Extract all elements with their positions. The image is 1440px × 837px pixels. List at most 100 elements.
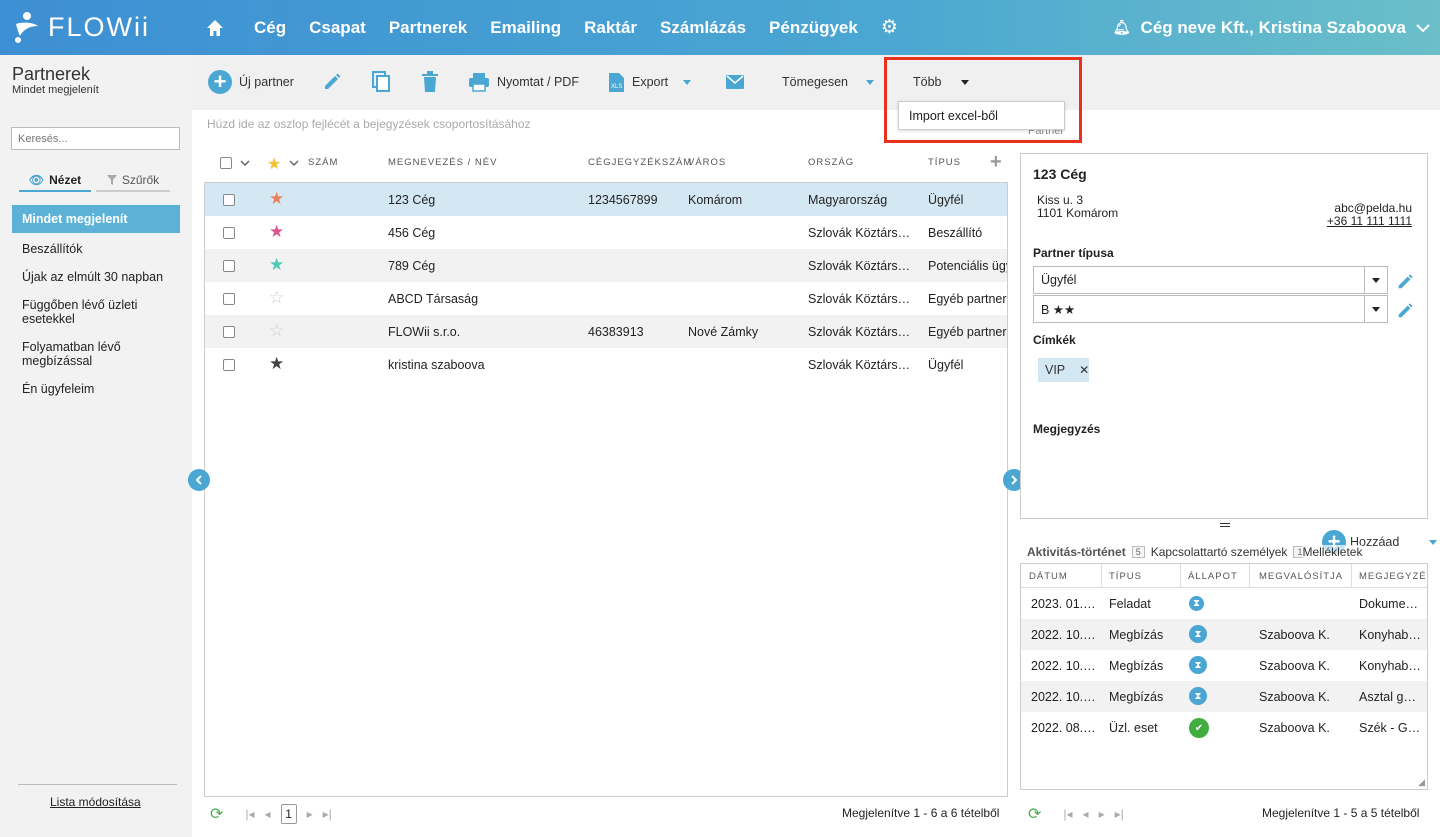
column-header-number[interactable]: Szám bbox=[308, 157, 338, 168]
tab-attachments[interactable]: Mellékletek bbox=[1302, 545, 1363, 559]
column-header-note[interactable]: Megjegyzés bbox=[1359, 571, 1427, 582]
column-header-country[interactable]: Ország bbox=[808, 157, 854, 168]
table-row[interactable]: ★ kristina szaboova Szlovák Köztársaság … bbox=[205, 348, 1007, 381]
star-icon[interactable]: ★ bbox=[269, 355, 284, 372]
row-checkbox[interactable] bbox=[223, 260, 235, 272]
bell-icon[interactable]: 🔔︎ bbox=[1113, 19, 1131, 36]
sidebar-item-my-customers[interactable]: Én ügyfeleim bbox=[12, 382, 180, 396]
tab-filters[interactable]: Szűrők bbox=[96, 170, 170, 192]
sidebar-item-in-progress[interactable]: Folyamatban lévő megbízással bbox=[12, 340, 180, 368]
first-page-icon[interactable]: |◂ bbox=[1063, 807, 1072, 821]
nav-item-csapat[interactable]: Csapat bbox=[309, 18, 366, 38]
last-page-icon[interactable]: ▸| bbox=[323, 807, 332, 821]
partner-phone[interactable]: +36 11 111 1111 bbox=[1300, 214, 1412, 228]
next-page-icon[interactable]: ▸ bbox=[1099, 807, 1105, 821]
export-button[interactable]: XLS Export bbox=[608, 67, 692, 97]
column-header-reg[interactable]: Cégjegyzékszám bbox=[588, 157, 692, 168]
sidebar-item-new-30-days[interactable]: Újak az elmúlt 30 napban bbox=[12, 270, 180, 284]
partner-rating-select[interactable]: B ★★ bbox=[1033, 295, 1388, 323]
print-button[interactable]: Nyomtat / PDF bbox=[468, 67, 579, 97]
column-header-city[interactable]: Város bbox=[688, 157, 726, 168]
row-checkbox[interactable] bbox=[223, 227, 235, 239]
resize-grip-icon[interactable]: ◢ bbox=[1418, 777, 1425, 788]
gear-icon[interactable]: ⚙ bbox=[881, 18, 898, 37]
edit-button[interactable] bbox=[322, 67, 342, 97]
bulk-button[interactable]: Tömegesen bbox=[782, 67, 875, 97]
tab-activity-history[interactable]: Aktivitás-történet bbox=[1027, 545, 1126, 559]
table-row[interactable]: ☆ ABCD Társaság Szlovák Köztársaság Egyé… bbox=[205, 282, 1007, 315]
column-header-name[interactable]: Megnevezés / Név bbox=[388, 157, 497, 168]
star-outline-icon[interactable]: ☆ bbox=[269, 322, 284, 339]
activity-row[interactable]: 2023. 01. 10. Feladat ⧗ Dokumentáció bbox=[1021, 588, 1427, 619]
nav-item-szamlazas[interactable]: Számlázás bbox=[660, 18, 746, 38]
star-icon[interactable]: ★ bbox=[269, 190, 284, 207]
refresh-icon[interactable]: ⟳ bbox=[210, 804, 223, 824]
nav-item-emailing[interactable]: Emailing bbox=[490, 18, 561, 38]
edit-type-button[interactable] bbox=[1396, 273, 1413, 289]
row-checkbox[interactable] bbox=[223, 194, 235, 206]
row-checkbox[interactable] bbox=[223, 326, 235, 338]
sidebar-item-suppliers[interactable]: Beszállítók bbox=[12, 242, 180, 256]
sidebar-item-pending-cases[interactable]: Függőben lévő üzleti esetekkel bbox=[12, 298, 180, 326]
prev-page-icon[interactable]: ◂ bbox=[1083, 807, 1089, 821]
refresh-icon[interactable]: ⟳ bbox=[1028, 804, 1041, 824]
table-row[interactable]: ☆ FLOWii s.r.o. 46383913 Nové Zámky Szlo… bbox=[205, 315, 1007, 348]
nav-item-ceg[interactable]: Cég bbox=[254, 18, 286, 38]
partner-email[interactable]: abc@pelda.hu bbox=[1300, 201, 1412, 215]
home-icon[interactable] bbox=[204, 17, 226, 39]
nav-item-penzugyek[interactable]: Pénzügyek bbox=[769, 18, 858, 38]
email-button[interactable] bbox=[726, 67, 744, 97]
star-icon[interactable]: ★ bbox=[269, 256, 284, 273]
column-header-date[interactable]: Dátum bbox=[1029, 571, 1068, 582]
close-icon[interactable]: ✕ bbox=[1079, 363, 1089, 377]
activity-row[interactable]: 2022. 10. 03. Megbízás ⧗ Szaboova K. Asz… bbox=[1021, 681, 1427, 712]
prev-page-icon[interactable]: ◂ bbox=[265, 807, 271, 821]
star-outline-icon[interactable]: ☆ bbox=[269, 289, 284, 306]
edit-list-link[interactable]: Lista módosítása bbox=[50, 795, 141, 809]
activity-row[interactable]: 2022. 08. 15. Üzl. eset ✔ Szaboova K. Sz… bbox=[1021, 712, 1427, 743]
tab-contacts[interactable]: Kapcsolattartó személyek bbox=[1151, 545, 1288, 559]
tab-view[interactable]: 👁︎ Nézet bbox=[19, 170, 91, 192]
cell-note: Konyhabútor bbox=[1359, 628, 1421, 642]
column-header-type[interactable]: Típus bbox=[1109, 571, 1142, 582]
chevron-down-icon[interactable] bbox=[289, 160, 299, 166]
first-page-icon[interactable]: |◂ bbox=[245, 807, 254, 821]
table-row[interactable]: ★ 123 Cég 1234567899 Komárom Magyarorszá… bbox=[205, 183, 1007, 216]
new-partner-button[interactable]: + Új partner bbox=[208, 67, 294, 97]
sidebar-item-all[interactable]: Mindet megjelenít bbox=[12, 205, 180, 233]
table-row[interactable]: ★ 456 Cég Szlovák Köztársaság Beszállító bbox=[205, 216, 1007, 249]
search-input[interactable] bbox=[11, 127, 180, 150]
add-column-icon[interactable]: + bbox=[990, 151, 1002, 174]
delete-button[interactable] bbox=[421, 67, 439, 97]
chevron-down-icon bbox=[1416, 23, 1430, 32]
activity-pager: ⟳ |◂ ◂ ▸ ▸| bbox=[1028, 803, 1124, 825]
row-checkbox[interactable] bbox=[223, 293, 235, 305]
collapse-left-button[interactable] bbox=[188, 469, 210, 491]
cell-type: Megbízás bbox=[1109, 690, 1164, 704]
nav-item-partnerek[interactable]: Partnerek bbox=[389, 18, 467, 38]
chevron-down-icon[interactable] bbox=[240, 160, 250, 166]
last-page-icon[interactable]: ▸| bbox=[1115, 807, 1124, 821]
row-checkbox[interactable] bbox=[223, 359, 235, 371]
table-row[interactable]: ★ 789 Cég Szlovák Köztársaság Potenciáli… bbox=[205, 249, 1007, 282]
column-header-owner[interactable]: Megvalósítja bbox=[1259, 571, 1343, 582]
column-header-status[interactable]: Állapot bbox=[1188, 571, 1238, 582]
select-all-checkbox[interactable] bbox=[220, 157, 232, 169]
logo[interactable]: FLOWii bbox=[12, 8, 150, 46]
partner-type-select[interactable]: Ügyfél bbox=[1033, 266, 1388, 294]
nav-item-raktar[interactable]: Raktár bbox=[584, 18, 637, 38]
activity-tabs: Aktivitás-történet 5 Kapcsolattartó szem… bbox=[1027, 545, 1363, 559]
cell-country: Szlovák Köztársaság bbox=[808, 292, 913, 306]
page-number[interactable]: 1 bbox=[280, 804, 297, 824]
star-icon[interactable]: ★ bbox=[267, 154, 281, 174]
star-icon[interactable]: ★ bbox=[269, 223, 284, 240]
activity-row[interactable]: 2022. 10. 12. Megbízás ⧗ Szaboova K. Kon… bbox=[1021, 619, 1427, 650]
panel-splitter[interactable] bbox=[1220, 523, 1230, 527]
column-header-type[interactable]: Típus bbox=[928, 157, 961, 168]
copy-button[interactable] bbox=[371, 67, 391, 97]
activity-row[interactable]: 2022. 10. 05. Megbízás ⧗ Szaboova K. Kon… bbox=[1021, 650, 1427, 681]
user-menu[interactable]: 🔔︎ Cég neve Kft., Kristina Szaboova bbox=[1113, 0, 1430, 55]
divider bbox=[1249, 564, 1250, 588]
edit-rating-button[interactable] bbox=[1396, 302, 1413, 318]
next-page-icon[interactable]: ▸ bbox=[307, 807, 313, 821]
